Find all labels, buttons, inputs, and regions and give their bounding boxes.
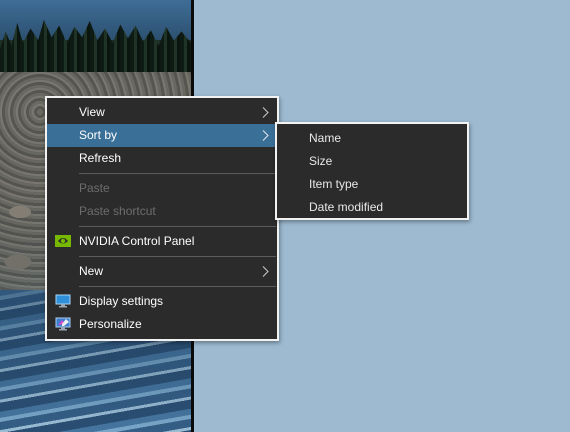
menu-item-view[interactable]: View bbox=[47, 101, 277, 124]
menu-separator bbox=[79, 286, 276, 287]
menu-item-label: Personalize bbox=[79, 317, 142, 331]
submenu-item-label: Size bbox=[309, 154, 333, 168]
menu-item-label: NVIDIA Control Panel bbox=[79, 234, 195, 248]
submenu-item-item-type[interactable]: Item type bbox=[277, 173, 467, 196]
desktop-context-menu: View Sort by Refresh Paste Paste shortcu… bbox=[45, 96, 279, 341]
menu-item-label: Paste bbox=[79, 181, 110, 195]
menu-item-label: Refresh bbox=[79, 151, 122, 165]
menu-item-label: New bbox=[79, 264, 104, 278]
menu-item-label: Display settings bbox=[79, 294, 164, 308]
display-icon bbox=[55, 294, 71, 308]
menu-item-sort-by[interactable]: Sort by bbox=[47, 124, 277, 147]
submenu-item-name[interactable]: Name bbox=[277, 127, 467, 150]
menu-item-new[interactable]: New bbox=[47, 260, 277, 283]
submenu-item-label: Date modified bbox=[309, 200, 384, 214]
menu-item-label: View bbox=[79, 105, 105, 119]
personalize-icon bbox=[55, 317, 71, 331]
menu-item-display-settings[interactable]: Display settings bbox=[47, 290, 277, 313]
menu-item-label: Paste shortcut bbox=[79, 204, 156, 218]
submenu-item-size[interactable]: Size bbox=[277, 150, 467, 173]
submenu-item-label: Item type bbox=[309, 177, 359, 191]
menu-item-paste[interactable]: Paste bbox=[47, 177, 277, 200]
menu-item-paste-shortcut[interactable]: Paste shortcut bbox=[47, 200, 277, 223]
menu-item-label: Sort by bbox=[79, 128, 118, 142]
menu-item-nvidia-control-panel[interactable]: NVIDIA Control Panel bbox=[47, 230, 277, 253]
menu-separator bbox=[79, 226, 276, 227]
menu-item-refresh[interactable]: Refresh bbox=[47, 147, 277, 170]
chevron-right-icon bbox=[262, 266, 269, 277]
submenu-item-date-modified[interactable]: Date modified bbox=[277, 196, 467, 219]
menu-separator bbox=[79, 173, 276, 174]
menu-separator bbox=[79, 256, 276, 257]
submenu-item-label: Name bbox=[309, 131, 342, 145]
chevron-right-icon bbox=[262, 130, 269, 141]
sort-by-submenu: Name Size Item type Date modified bbox=[275, 122, 469, 220]
nvidia-icon bbox=[55, 235, 71, 247]
menu-item-personalize[interactable]: Personalize bbox=[47, 313, 277, 336]
chevron-right-icon bbox=[262, 107, 269, 118]
